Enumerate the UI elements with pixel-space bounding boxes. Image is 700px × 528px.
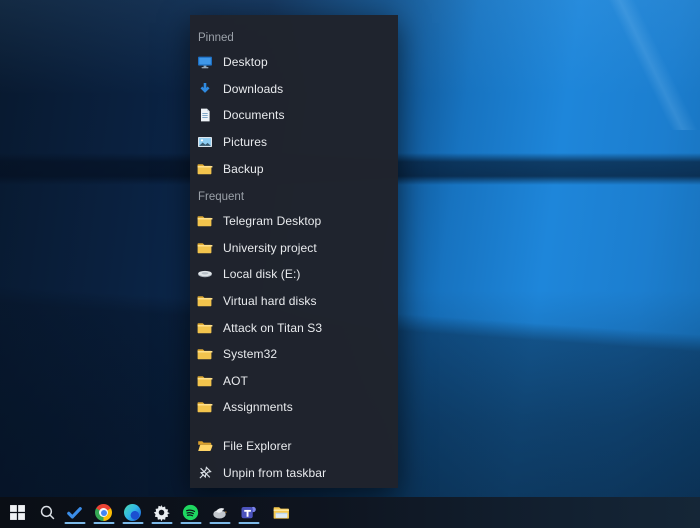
taskbar-app-file-explorer-folder[interactable]: [267, 497, 296, 528]
jumplist-item-label: File Explorer: [223, 439, 292, 453]
jumplist-item-virtual-hard-disks[interactable]: Virtual hard disks: [190, 288, 398, 315]
jumplist-item-label: Desktop: [223, 55, 268, 69]
jumplist-item-label: Downloads: [223, 82, 283, 96]
search-icon: [39, 504, 56, 521]
jumplist-section-header-frequent: Frequent: [190, 184, 398, 208]
bird-app-icon: [211, 504, 228, 521]
jumplist-item-attack-on-titan-s3[interactable]: Attack on Titan S3: [190, 314, 398, 341]
file-explorer-open-icon: [197, 438, 213, 454]
jumplist-item-local-disk-e[interactable]: Local disk (E:): [190, 261, 398, 288]
checkmark-app-icon: [66, 504, 83, 521]
folder-icon: [197, 399, 213, 415]
taskbar-app-edge[interactable]: [118, 497, 147, 528]
pictures-icon: [197, 134, 213, 150]
running-indicator: [122, 522, 143, 524]
jumplist-item-telegram-desktop[interactable]: Telegram Desktop: [190, 208, 398, 235]
file-explorer-folder-icon: [273, 504, 290, 521]
windows-start-icon: [9, 504, 26, 521]
jumplist-section-gap: [190, 421, 398, 433]
jumplist-item-desktop[interactable]: Desktop: [190, 49, 398, 76]
drive-icon: [197, 266, 213, 282]
jumplist-item-downloads[interactable]: Downloads: [190, 76, 398, 103]
jumplist-item-university-project[interactable]: University project: [190, 235, 398, 262]
taskbar: [0, 497, 700, 528]
start-button[interactable]: [0, 497, 34, 528]
folder-icon: [197, 373, 213, 389]
jumplist-item-label: Backup: [223, 162, 264, 176]
folder-icon: [197, 240, 213, 256]
jumplist-item-label: Local disk (E:): [223, 267, 301, 281]
spotify-icon: [182, 504, 199, 521]
edge-icon: [124, 504, 141, 521]
jumplist-item-pictures[interactable]: Pictures: [190, 129, 398, 156]
jumplist-item-label: Telegram Desktop: [223, 214, 321, 228]
jumplist-item-label: Virtual hard disks: [223, 294, 317, 308]
taskbar-app-chrome[interactable]: [89, 497, 118, 528]
taskbar-app-checkmark-app[interactable]: [60, 497, 89, 528]
file-explorer-jumplist: Pinned Desktop Downloads Documents Pictures B…: [190, 15, 398, 488]
jumplist-item-system32[interactable]: System32: [190, 341, 398, 368]
folder-icon: [197, 213, 213, 229]
desktop-screen: Pinned Desktop Downloads Documents Pictures B…: [0, 0, 700, 528]
jumplist-section-header-pinned: Pinned: [190, 25, 398, 49]
folder-icon: [197, 293, 213, 309]
jumplist-item-file-explorer[interactable]: File Explorer: [190, 433, 398, 460]
taskbar-app-teams[interactable]: [234, 497, 263, 528]
search-button[interactable]: [34, 497, 60, 528]
taskbar-app-bird-app[interactable]: [205, 497, 234, 528]
jumplist-item-label: University project: [223, 241, 317, 255]
jumplist-item-label: AOT: [223, 374, 248, 388]
jumplist-item-label: Pictures: [223, 135, 267, 149]
documents-icon: [197, 107, 213, 123]
settings-gear-icon: [153, 504, 170, 521]
jumplist-item-label: Documents: [223, 108, 285, 122]
chrome-icon: [95, 504, 112, 521]
jumplist-item-documents[interactable]: Documents: [190, 102, 398, 129]
teams-icon: [240, 504, 257, 521]
running-indicator: [180, 522, 201, 524]
jumplist-item-label: Assignments: [223, 400, 293, 414]
jumplist-item-label: Attack on Titan S3: [223, 321, 322, 335]
running-indicator: [238, 522, 259, 524]
running-indicator: [64, 522, 85, 524]
taskbar-app-spotify[interactable]: [176, 497, 205, 528]
jumplist-item-unpin-from-taskbar[interactable]: Unpin from taskbar: [190, 459, 398, 486]
folder-icon: [197, 346, 213, 362]
unpin-icon: [197, 465, 213, 481]
running-indicator: [151, 522, 172, 524]
jumplist-item-backup[interactable]: Backup: [190, 155, 398, 182]
downloads-icon: [197, 81, 213, 97]
taskbar-app-settings-gear[interactable]: [147, 497, 176, 528]
running-indicator: [93, 522, 114, 524]
desktop-icon: [197, 54, 213, 70]
jumplist-item-label: System32: [223, 347, 277, 361]
running-indicator: [209, 522, 230, 524]
jumplist-item-aot[interactable]: AOT: [190, 368, 398, 395]
jumplist-item-assignments[interactable]: Assignments: [190, 394, 398, 421]
folder-icon: [197, 320, 213, 336]
folder-icon: [197, 161, 213, 177]
jumplist-item-label: Unpin from taskbar: [223, 466, 326, 480]
